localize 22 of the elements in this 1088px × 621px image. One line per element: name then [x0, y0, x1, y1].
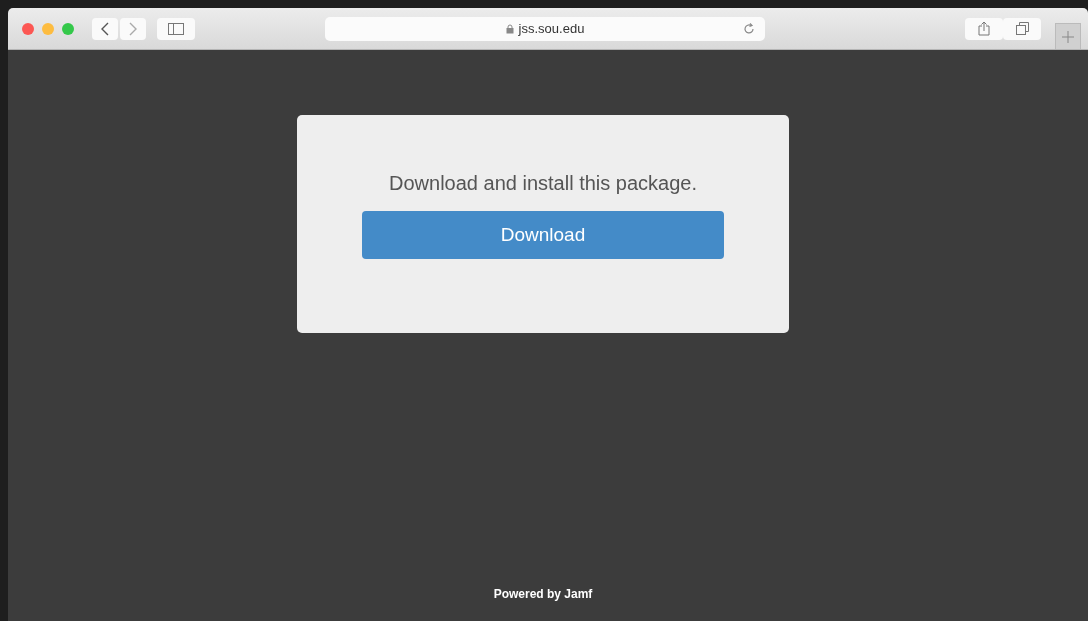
- minimize-button[interactable]: [42, 22, 54, 35]
- new-tab-button[interactable]: [1055, 23, 1081, 49]
- chevron-right-icon: [128, 21, 138, 36]
- zoom-button[interactable]: [62, 22, 74, 35]
- download-button[interactable]: Download: [362, 211, 724, 259]
- share-icon: [978, 21, 990, 36]
- install-message: Download and install this package.: [389, 172, 697, 195]
- close-button[interactable]: [22, 22, 34, 35]
- lock-icon: [505, 23, 514, 34]
- reload-icon[interactable]: [743, 22, 755, 35]
- tabs-icon: [1015, 22, 1029, 35]
- back-button[interactable]: [92, 17, 118, 40]
- plus-icon: [1062, 30, 1074, 43]
- sidebar-button[interactable]: [157, 17, 195, 40]
- forward-button[interactable]: [120, 17, 146, 40]
- sidebar-icon: [168, 22, 184, 35]
- chevron-left-icon: [100, 21, 110, 36]
- tabs-button[interactable]: [1003, 17, 1041, 40]
- address-bar[interactable]: jss.sou.edu: [325, 16, 765, 41]
- url-text: jss.sou.edu: [518, 21, 585, 36]
- share-button[interactable]: [965, 17, 1003, 40]
- powered-by-text: Powered by Jamf: [493, 587, 593, 601]
